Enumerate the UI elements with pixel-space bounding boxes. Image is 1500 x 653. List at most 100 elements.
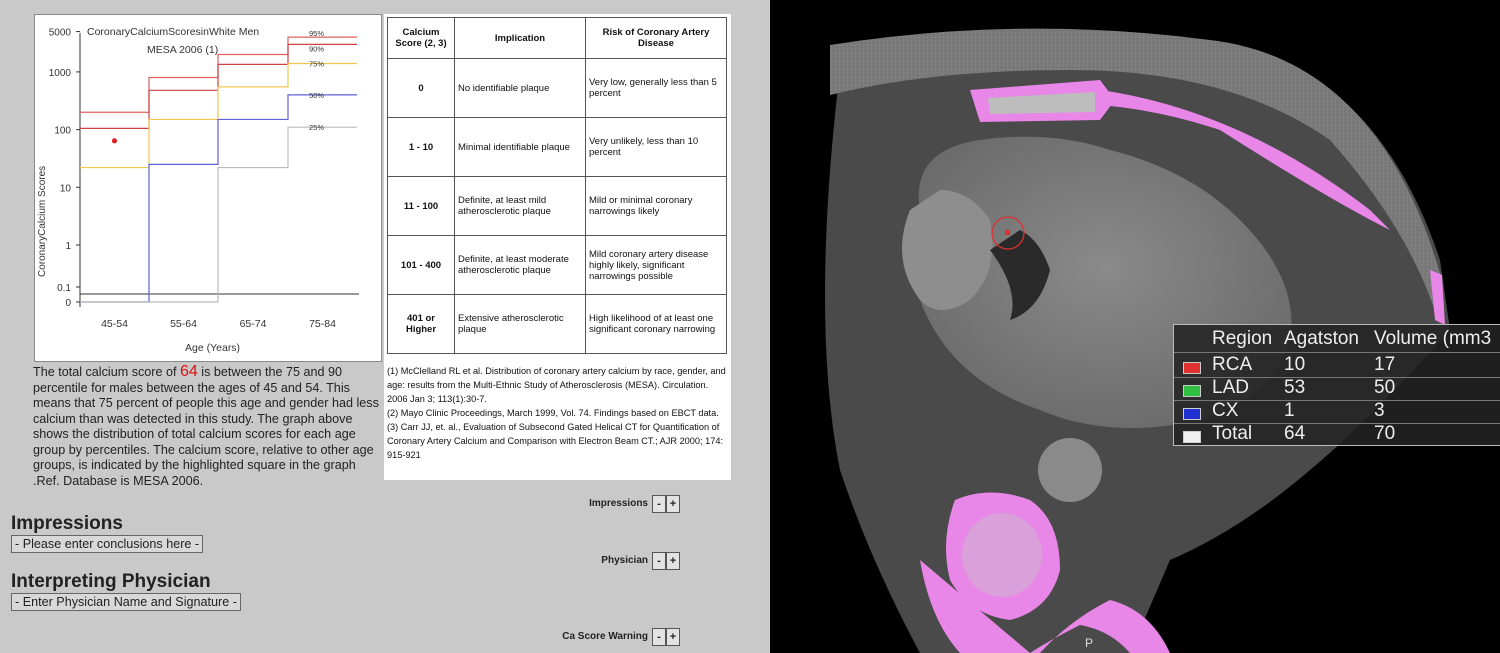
orientation-marker: P [1085,636,1093,650]
legend-header-volume: Volume (mm3 [1374,328,1492,349]
row-score: 11 - 100 [387,176,455,236]
legend-agatston: 10 [1284,354,1306,375]
chart-xlabel: Age (Years) [185,342,240,354]
reference-panel: Calcium Score (2, 3) Implication Risk of… [384,14,731,480]
reference-item: (1) McClelland RL et al. Distribution of… [387,366,726,404]
legend-region: Total [1212,423,1253,444]
row-risk: High likelihood of at least one signific… [585,294,727,354]
chart-ylabel: CoronaryCalcium Scores [37,166,48,277]
physician-input[interactable]: - Enter Physician Name and Signature - [11,593,241,611]
ct-viewer[interactable]: P Region Agatston Volume (mm3 RCA 10 17 … [770,0,1500,653]
percentile-label: 90% [309,44,324,53]
x-tick-label: 65-74 [240,318,267,330]
table-row: 11 - 100 Definite, at least mild atheros… [387,176,727,236]
row-risk: Mild coronary artery disease highly like… [585,235,727,295]
legend-volume: 70 [1374,423,1396,444]
legend-volume: 17 [1374,354,1396,375]
impressions-expand-button[interactable]: + [666,495,680,513]
summary-prefix: The total calcium score of [33,365,180,379]
legend-row: RCA 10 17 [1174,354,1500,378]
impressions-collapse-button[interactable]: - [652,495,666,513]
legend-header: Region Agatston Volume (mm3 [1174,328,1500,352]
chart-title-line2: MESA 2006 (1) [147,44,218,56]
ca-warning-control: Ca Score Warning - + [480,628,680,646]
legend-divider [1174,352,1500,353]
impressions-control: Impressions - + [480,495,680,513]
x-tick-label: 45-54 [101,318,128,330]
row-risk: Very low, generally less than 5 percent [585,58,727,118]
percentile-chart: CoronaryCalciumScoresinWhite Men MESA 20… [34,14,382,362]
ca-warning-collapse-button[interactable]: - [652,628,666,646]
reference-item: (2) Mayo Clinic Proceedings, March 1999,… [387,408,719,418]
legend-header-region: Region [1212,328,1273,349]
risk-table-header: Calcium Score (2, 3) Implication Risk of… [387,17,727,59]
report-panel: CoronaryCalciumScoresinWhite Men MESA 20… [0,0,770,653]
row-implication: No identifiable plaque [454,58,586,118]
legend-volume: 50 [1374,377,1396,398]
x-tick-label: 75-84 [309,318,336,330]
reference-item: (3) Carr JJ, et. al., Evaluation of Subs… [387,422,724,460]
y-tick-label: 10 [60,183,72,194]
row-score: 0 [387,58,455,118]
rca-calcium-spot [1005,230,1010,235]
summary-text: The total calcium score of 64 is between… [33,364,385,489]
table-row: 1 - 10 Minimal identifiable plaque Very … [387,117,727,177]
row-score: 101 - 400 [387,235,455,295]
legend-region: LAD [1212,377,1249,398]
y-tick-label: 1 [65,241,71,252]
physician-collapse-button[interactable]: - [652,552,666,570]
risk-table: Calcium Score (2, 3) Implication Risk of… [387,17,727,354]
physician-heading: Interpreting Physician [11,571,211,592]
legend-volume: 3 [1374,400,1385,421]
legend-region: CX [1212,400,1239,421]
physician-expand-button[interactable]: + [666,552,680,570]
header-risk: Risk of Coronary Artery Disease [585,17,727,59]
legend-row: LAD 53 50 [1174,377,1500,401]
table-row: 0 No identifiable plaque Very low, gener… [387,58,727,118]
ca-warning-expand-button[interactable]: + [666,628,680,646]
references: (1) McClelland RL et al. Distribution of… [387,364,727,462]
legend-agatston: 1 [1284,400,1295,421]
row-implication: Definite, at least mild atherosclerotic … [454,176,586,236]
y-tick-label: 100 [54,126,71,137]
percentile-label: 50% [309,91,324,100]
y-tick-label: 5000 [49,28,72,39]
row-score: 1 - 10 [387,117,455,177]
row-implication: Extensive atherosclerotic plaque [454,294,586,354]
physician-control-label: Physician [601,555,648,566]
legend-header-agatston: Agatston [1284,328,1359,349]
row-implication: Minimal identifiable plaque [454,117,586,177]
percentile-label: 25% [309,123,324,132]
row-implication: Definite, at least moderate atherosclero… [454,235,586,295]
impressions-heading: Impressions [11,513,123,534]
y-tick-label: 0.1 [57,283,71,294]
descending-aorta [1038,438,1102,502]
header-implication: Implication [454,17,586,59]
percentile-chart-svg: CoronaryCalciumScoresinWhite Men MESA 20… [37,26,359,354]
percentile-label: 75% [309,59,324,68]
header-calcium-score: Calcium Score (2, 3) [387,17,455,59]
summary-score: 64 [180,363,198,380]
impressions-control-label: Impressions [589,498,648,509]
legend-agatston: 64 [1284,423,1306,444]
legend-row: Total 64 70 [1174,423,1500,447]
lad-color-swatch [1183,385,1201,397]
legend-region: RCA [1212,354,1253,375]
physician-control: Physician - + [480,552,680,570]
score-legend: Region Agatston Volume (mm3 RCA 10 17 LA… [1173,324,1500,446]
patient-score-marker [111,138,118,144]
summary-suffix: is between the 75 and 90 percentile for … [33,365,379,488]
impressions-input[interactable]: - Please enter conclusions here - [11,535,204,553]
y-tick-label: 1000 [49,68,72,79]
row-score: 401 or Higher [387,294,455,354]
rca-color-swatch [1183,362,1201,374]
total-color-swatch [1183,431,1201,443]
chart-title-line1: CoronaryCalciumScoresinWhite Men [87,26,259,38]
table-row: 101 - 400 Definite, at least moderate at… [387,235,727,295]
ca-warning-control-label: Ca Score Warning [562,631,648,642]
vertebra-body [962,513,1042,597]
row-risk: Very unlikely, less than 10 percent [585,117,727,177]
legend-row: CX 1 3 [1174,400,1500,424]
legend-agatston: 53 [1284,377,1306,398]
percentile-label: 95% [309,29,324,38]
